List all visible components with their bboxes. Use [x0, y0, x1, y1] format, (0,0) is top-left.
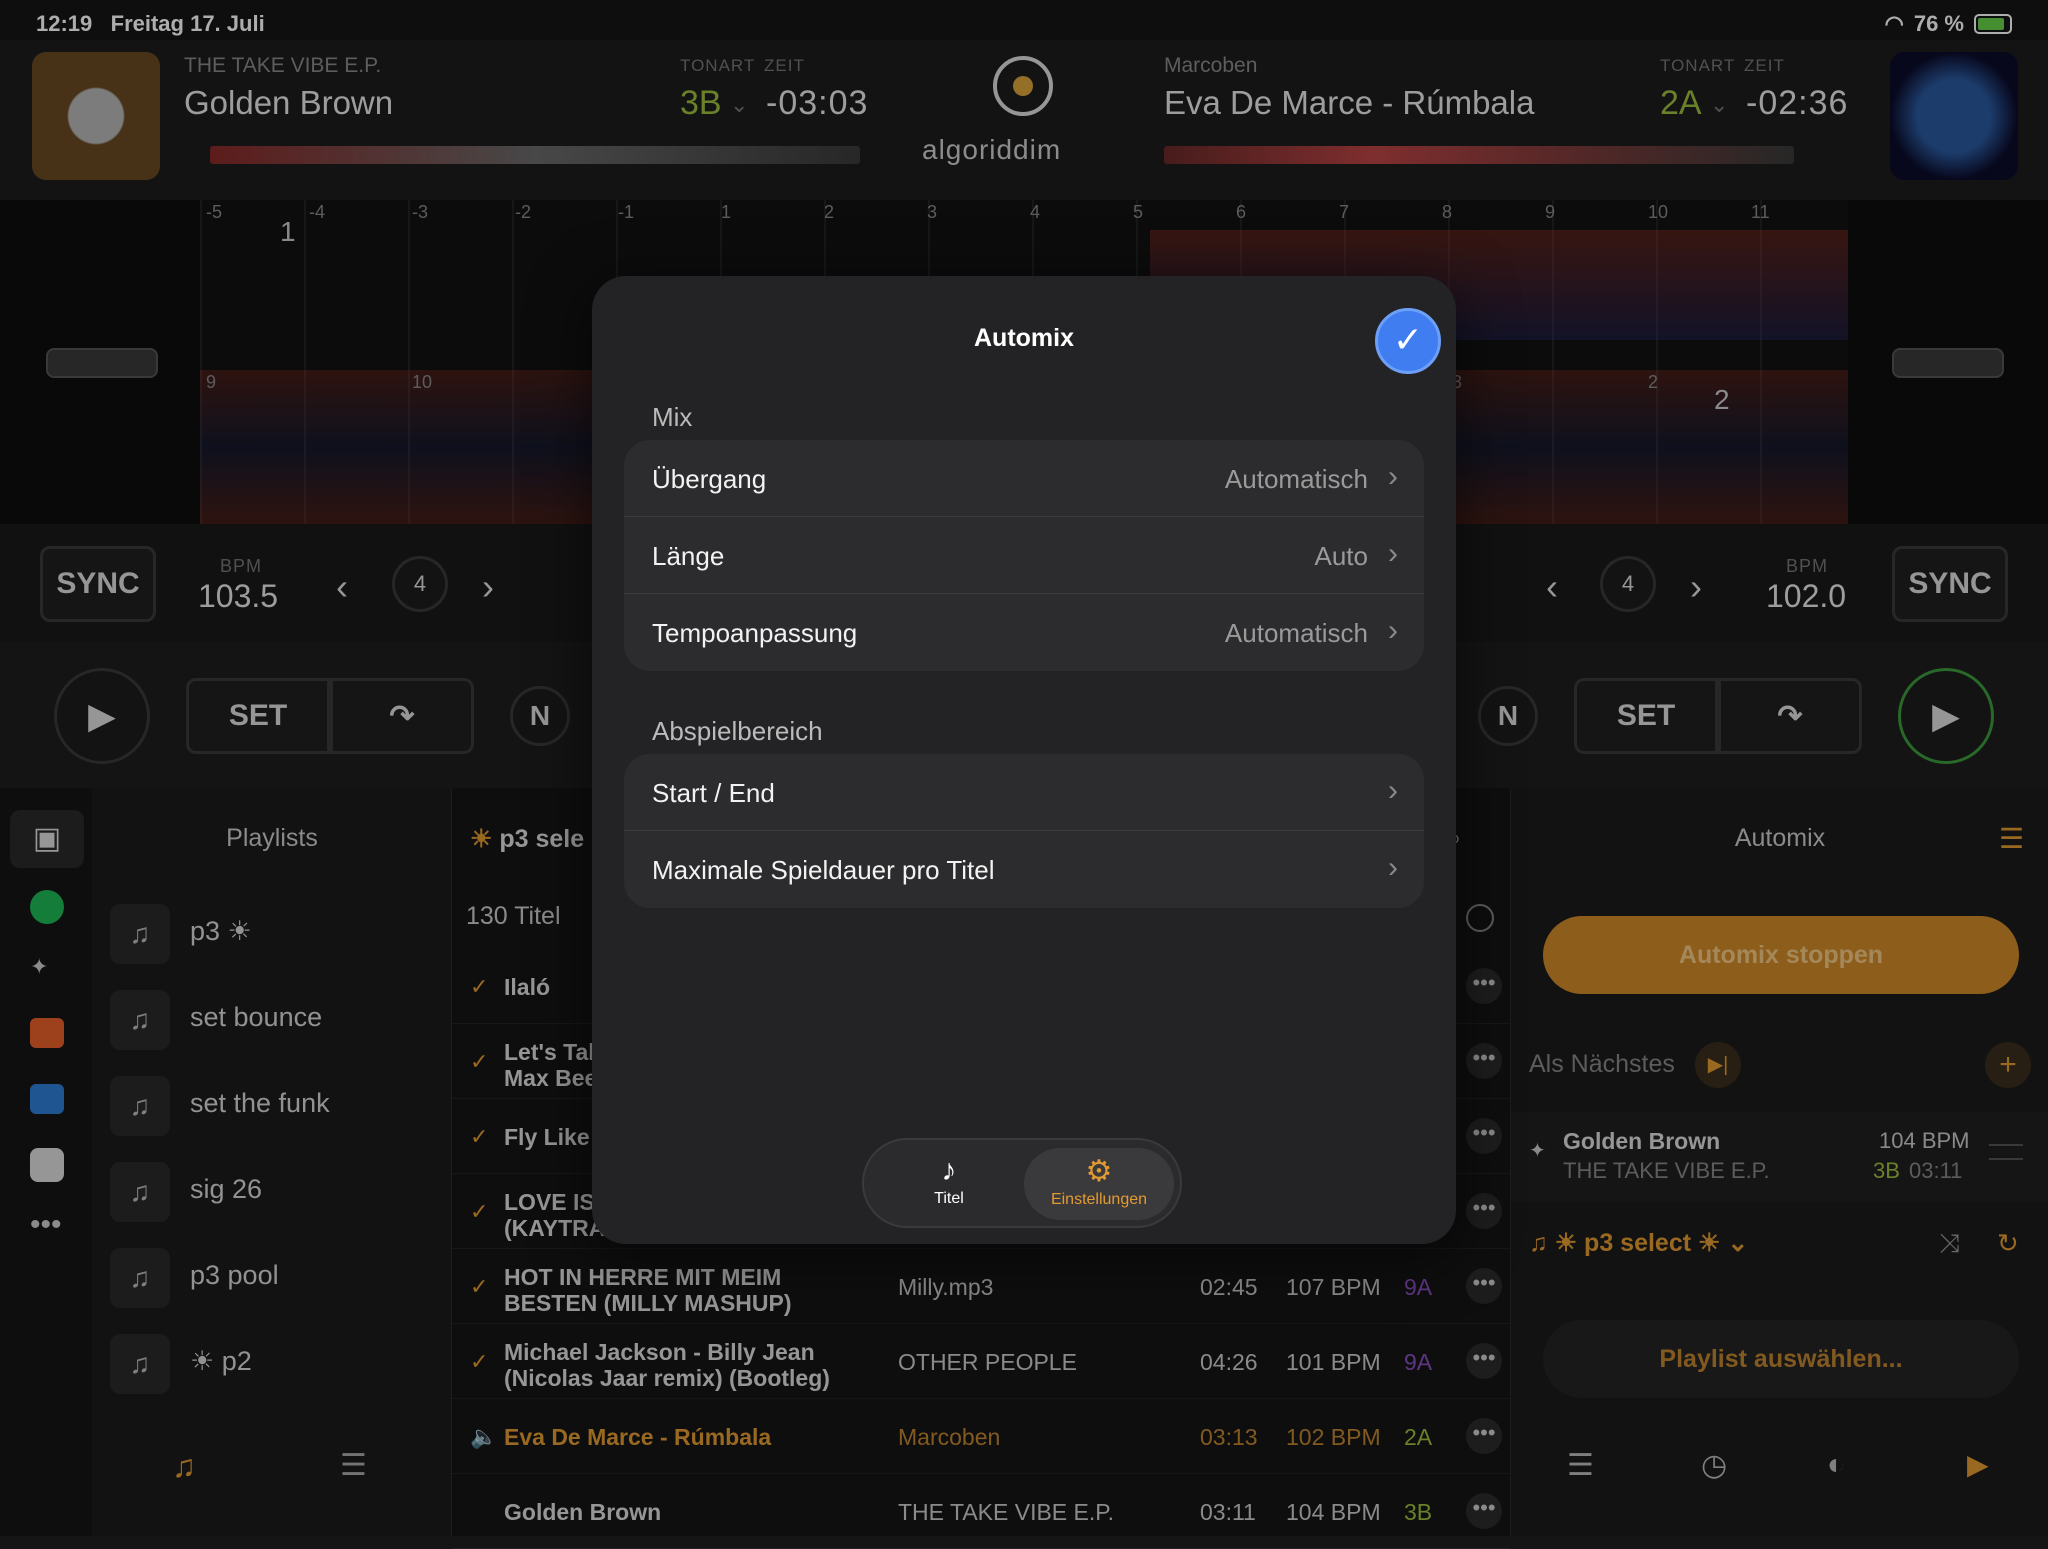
range-setting-row[interactable]: Maximale Spieldauer pro Titel ›	[624, 831, 1424, 908]
range-settings-group: Start / End › Maximale Spieldauer pro Tite…	[624, 754, 1424, 908]
mix-setting-row[interactable]: Tempoanpassung Automatisch ›	[624, 594, 1424, 671]
gear-icon: ⚙	[1085, 1155, 1113, 1188]
tab-titles[interactable]: ♪ Titel	[874, 1148, 1024, 1220]
confirm-button[interactable]: ✓	[1375, 308, 1441, 374]
automix-settings-modal: Automix ✓ Mix Übergang Automatisch › Länge A…	[592, 276, 1456, 1244]
chevron-right-icon: ›	[1388, 537, 1398, 570]
chevron-right-icon: ›	[1388, 460, 1398, 493]
modal-tab-bar: ♪ Titel ⚙ Einstellungen	[862, 1138, 1182, 1228]
modal-title: Automix	[974, 324, 1074, 352]
setting-label: Maximale Spieldauer pro Titel	[652, 855, 995, 885]
setting-label: Start / End	[652, 778, 775, 808]
mix-setting-row[interactable]: Übergang Automatisch ›	[624, 440, 1424, 517]
chevron-right-icon: ›	[1388, 774, 1398, 807]
setting-label: Tempoanpassung	[652, 618, 858, 648]
music-note-icon: ♪	[941, 1154, 957, 1187]
section-range-label: Abspielbereich	[652, 716, 823, 746]
range-setting-row[interactable]: Start / End ›	[624, 754, 1424, 831]
mix-settings-group: Übergang Automatisch › Länge Auto › Tempoanpas…	[624, 440, 1424, 671]
mix-setting-row[interactable]: Länge Auto ›	[624, 517, 1424, 594]
setting-value: Automatisch	[1224, 464, 1368, 494]
chevron-right-icon: ›	[1388, 614, 1398, 647]
tab-settings[interactable]: ⚙ Einstellungen	[1024, 1148, 1174, 1220]
checkmark-icon: ✓	[1392, 319, 1424, 360]
setting-value: Automatisch	[1224, 618, 1368, 648]
setting-label: Übergang	[652, 464, 767, 494]
section-mix-label: Mix	[652, 402, 693, 432]
setting-label: Länge	[652, 541, 725, 571]
chevron-right-icon: ›	[1388, 851, 1398, 884]
setting-value: Auto	[1314, 541, 1369, 571]
